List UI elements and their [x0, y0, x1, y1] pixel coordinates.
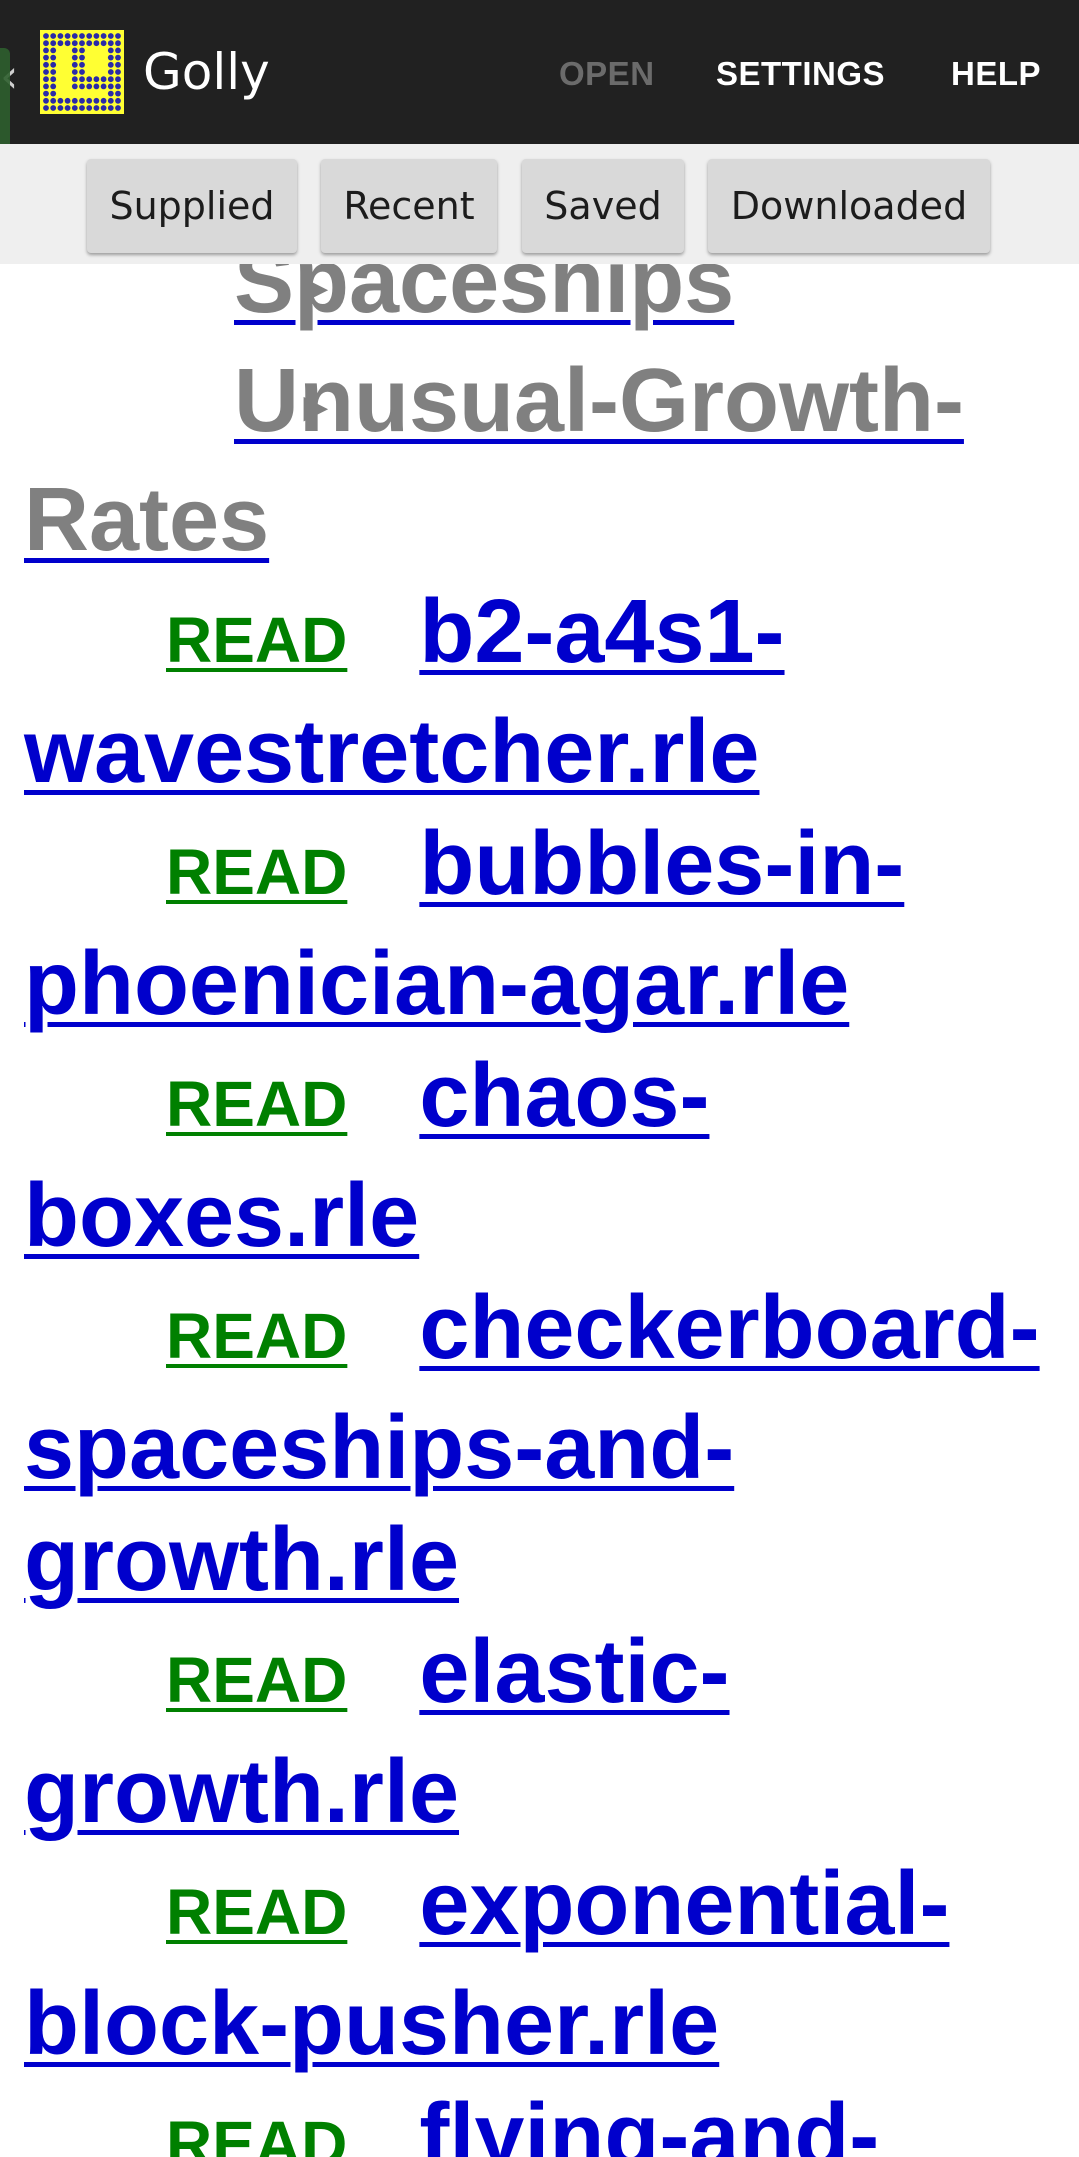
settings-menu-button[interactable]: SETTINGS: [716, 50, 885, 98]
file-item: READ exponential-block-pusher.rle: [24, 1848, 1064, 2080]
tab-recent[interactable]: Recent: [321, 159, 497, 253]
read-button[interactable]: READ: [166, 1068, 347, 1140]
file-link[interactable]: bubbles-in-phoenician-agar.rle: [24, 814, 904, 1034]
read-button[interactable]: READ: [166, 1300, 347, 1372]
tab-saved[interactable]: Saved: [522, 159, 684, 253]
file-link[interactable]: elastic-growth.rle: [24, 1622, 730, 1842]
triangle-right-icon[interactable]: ▶: [164, 352, 327, 464]
file-item: READ flying-and-: [24, 2080, 1064, 2157]
file-item: READ elastic-growth.rle: [24, 1616, 1064, 1848]
triangle-right-icon[interactable]: ▶: [164, 264, 327, 345]
folder-item: ▶Unusual-Growth-Rates: [24, 345, 1064, 576]
file-link[interactable]: chaos-boxes.rle: [24, 1046, 709, 1266]
app-title: Golly: [143, 43, 270, 101]
read-button[interactable]: READ: [166, 836, 347, 908]
tab-downloaded[interactable]: Downloaded: [708, 159, 990, 253]
folder-link-spaceships[interactable]: Spaceships: [234, 264, 734, 332]
read-button[interactable]: READ: [166, 1876, 347, 1948]
pattern-list[interactable]: ▶Spaceships ▶Unusual-Growth-Rates READ b2…: [0, 264, 1079, 2157]
read-button[interactable]: READ: [166, 2108, 347, 2157]
file-link[interactable]: flying-and-: [419, 2086, 879, 2157]
read-button[interactable]: READ: [166, 1644, 347, 1716]
pattern-source-tabs: Supplied Recent Saved Downloaded: [0, 144, 1079, 264]
read-button[interactable]: READ: [166, 604, 347, 676]
file-item: READ bubbles-in-phoenician-agar.rle: [24, 808, 1064, 1040]
file-item: READ checkerboard-spaceships-and-growth.r…: [24, 1272, 1064, 1616]
pattern-list-content: ▶Spaceships ▶Unusual-Growth-Rates READ b2…: [24, 264, 1064, 2157]
open-menu-button[interactable]: OPEN: [559, 50, 655, 98]
folder-item: ▶Spaceships: [24, 264, 1064, 345]
file-link[interactable]: exponential-block-pusher.rle: [24, 1854, 949, 2074]
file-item: READ b2-a4s1-wavestretcher.rle: [24, 576, 1064, 808]
action-bar: ‹ Golly OPEN SETTINGS HELP: [0, 0, 1079, 144]
file-link[interactable]: b2-a4s1-wavestretcher.rle: [24, 582, 785, 802]
help-menu-button[interactable]: HELP: [951, 50, 1041, 98]
file-item: READ chaos-boxes.rle: [24, 1040, 1064, 1272]
tab-supplied[interactable]: Supplied: [87, 159, 297, 253]
golly-app-icon[interactable]: [40, 30, 124, 114]
